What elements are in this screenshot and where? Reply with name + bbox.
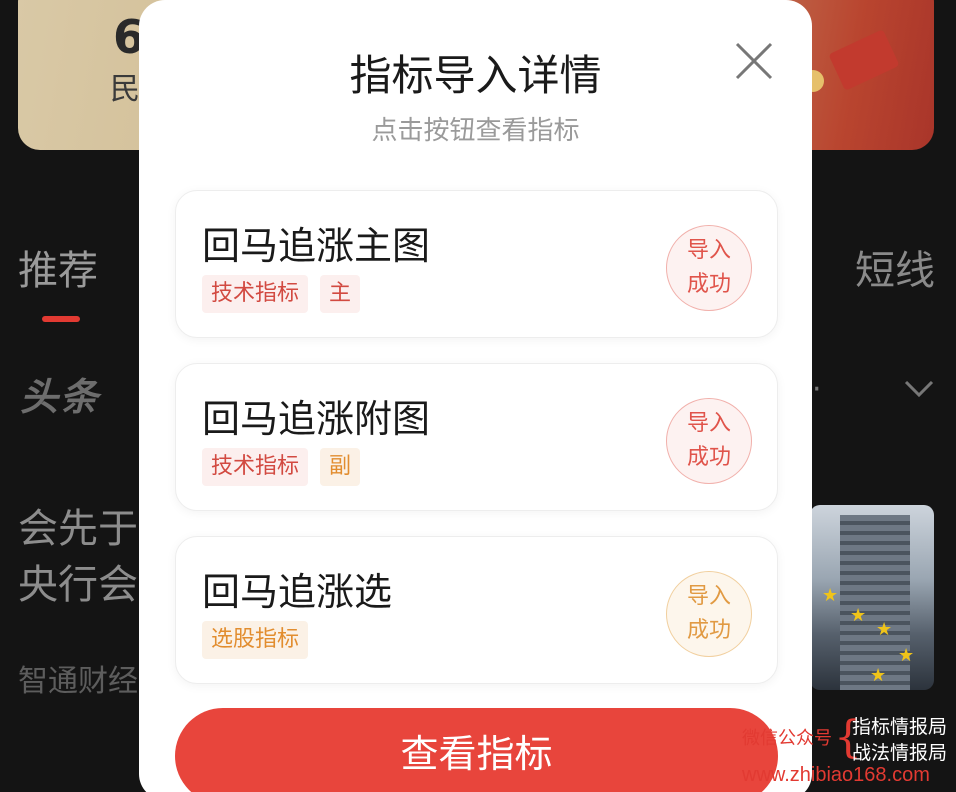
indicator-name: 回马追涨附图 bbox=[202, 397, 431, 441]
status-line2: 成功 bbox=[686, 445, 731, 470]
import-details-dialog: 指标导入详情 点击按钮查看指标 回马追涨主图 技术指标 主 导入 成功 回马追涨… bbox=[139, 0, 812, 792]
tag-row: 技术指标 副 bbox=[202, 448, 361, 486]
star-icon: ★ bbox=[822, 585, 839, 606]
watermark-url: www.zhibiao168.com bbox=[742, 764, 930, 786]
tab-recommend[interactable]: 推荐 bbox=[18, 238, 98, 296]
news-source: 智通财经 bbox=[18, 664, 138, 699]
dialog-subtitle: 点击按钮查看指标 bbox=[371, 116, 580, 146]
close-icon[interactable] bbox=[731, 38, 777, 84]
import-success-badge: 导入 成功 bbox=[666, 571, 752, 657]
import-success-badge: 导入 成功 bbox=[666, 398, 752, 484]
tag-row: 技术指标 主 bbox=[202, 275, 361, 313]
news-thumbnail[interactable]: ★ ★ ★ ★ ★ bbox=[810, 505, 934, 690]
news-title-line1[interactable]: 会先于 bbox=[18, 502, 148, 556]
watermark-wechat: 微信公众号 bbox=[742, 728, 832, 749]
tag-row: 选股指标 bbox=[202, 621, 309, 659]
indicator-card[interactable]: 回马追涨主图 技术指标 主 导入 成功 bbox=[175, 190, 778, 338]
banner-decoration bbox=[828, 29, 900, 91]
tab-shortline[interactable]: 短线 bbox=[855, 238, 935, 296]
news-title-line2[interactable]: 央行会 bbox=[18, 558, 148, 612]
watermark-line2: 战法情报局 bbox=[852, 742, 948, 764]
watermark-line1: 指标情报局 bbox=[852, 716, 948, 738]
active-tab-indicator bbox=[42, 316, 80, 322]
status-line1: 导入 bbox=[686, 238, 731, 263]
status-line2: 成功 bbox=[686, 272, 731, 297]
more-dots: · bbox=[812, 372, 822, 407]
view-indicators-button[interactable]: 查看指标 bbox=[175, 708, 778, 792]
indicator-name: 回马追涨选 bbox=[202, 570, 393, 614]
status-line2: 成功 bbox=[686, 618, 731, 643]
indicator-card[interactable]: 回马追涨选 选股指标 导入 成功 bbox=[175, 536, 778, 684]
tag-technical: 技术指标 bbox=[202, 275, 309, 313]
tag-technical: 技术指标 bbox=[202, 448, 309, 486]
star-icon: ★ bbox=[850, 605, 867, 626]
indicator-card[interactable]: 回马追涨附图 技术指标 副 导入 成功 bbox=[175, 363, 778, 511]
headline-logo: 头条 bbox=[20, 375, 101, 419]
indicator-name: 回马追涨主图 bbox=[202, 224, 431, 268]
tag-sub: 副 bbox=[320, 448, 361, 486]
tag-stock-picker: 选股指标 bbox=[202, 621, 309, 659]
star-icon: ★ bbox=[898, 645, 915, 666]
status-line1: 导入 bbox=[686, 411, 731, 436]
star-icon: ★ bbox=[870, 665, 887, 686]
status-line1: 导入 bbox=[686, 584, 731, 609]
tag-main: 主 bbox=[320, 275, 361, 313]
star-icon: ★ bbox=[876, 619, 893, 640]
chevron-down-icon[interactable] bbox=[902, 372, 936, 406]
dialog-title: 指标导入详情 bbox=[349, 51, 602, 100]
banner-text: 民 bbox=[110, 72, 140, 107]
import-success-badge: 导入 成功 bbox=[666, 225, 752, 311]
